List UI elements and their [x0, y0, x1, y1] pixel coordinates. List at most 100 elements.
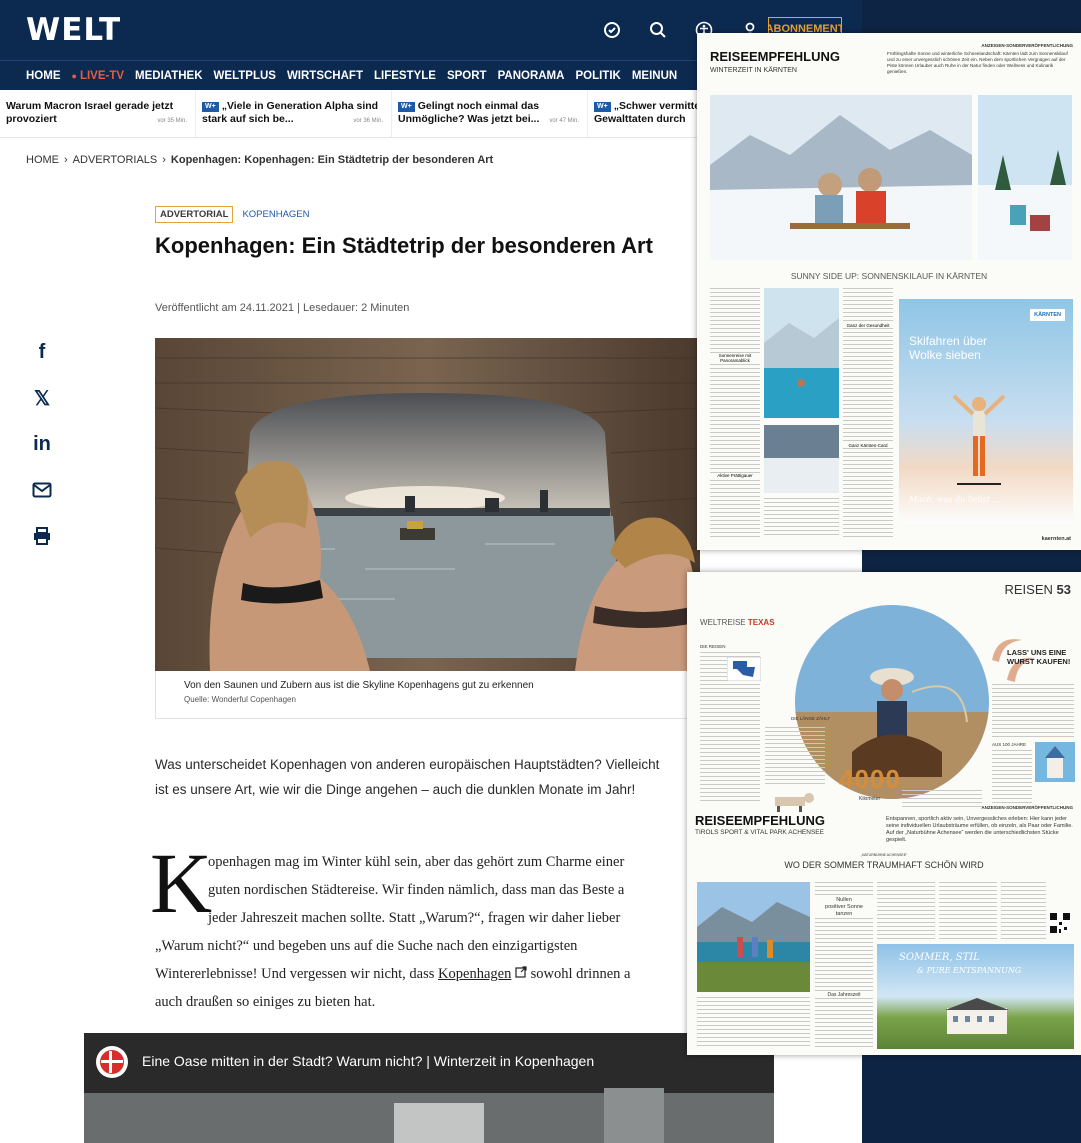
ticker-text: „Viele in Generation Alpha sind stark au…	[202, 100, 379, 125]
pull-quote: Nullen positiver Sonne tanzen	[815, 897, 873, 918]
mag2-text-col	[992, 684, 1074, 739]
nav-item-lifestyle[interactable]: LIFESTYLE	[374, 70, 436, 82]
mag3-text-col	[877, 882, 935, 942]
article-paragraph: openhagen mag im Winter kühl sein, aber …	[155, 848, 695, 1016]
nav-item-wirtschaft[interactable]: WIRTSCHAFT	[287, 70, 363, 82]
weltplus-badge: W+	[594, 102, 611, 112]
col-head: AUS 100 JAHRE	[992, 742, 1027, 747]
mag3-headline: WO DER SOMMER TRAUMHAFT SCHÖN WIRD	[784, 860, 984, 870]
mag3-title: REISEEMPFEHLUNG	[695, 813, 826, 828]
mag1-notice: ANZEIGEN-SONDERVERÖFFENTLICHUNG	[981, 43, 1073, 48]
share-bar: f 𝕏 in	[30, 340, 54, 548]
nav-item-panorama[interactable]: PANORAMA	[498, 70, 565, 82]
clock-icon[interactable]	[600, 18, 624, 42]
mag2-text-col	[765, 727, 825, 787]
ticker-age: vor 35 Min.	[157, 118, 187, 124]
hikers-photo	[697, 882, 810, 992]
mag1-subhead: Aktive Prättigauer	[710, 473, 760, 478]
mag1-subhead: Ganz der Gesundheit	[843, 323, 893, 328]
page-number: 53	[1056, 582, 1071, 597]
channel-logo[interactable]	[96, 1046, 128, 1078]
x-icon[interactable]: 𝕏	[30, 386, 54, 410]
topic-link[interactable]: KOPENHAGEN	[242, 209, 309, 220]
kopenhagen-link[interactable]: Kopenhagen	[438, 966, 511, 982]
castle-photo	[1035, 742, 1075, 782]
hero-image	[155, 338, 700, 671]
search-icon[interactable]	[646, 18, 670, 42]
nav-item-politik[interactable]: POLITIK	[575, 70, 620, 82]
big-number: 4000	[839, 764, 901, 794]
mag3-text-col	[697, 997, 810, 1047]
print-icon[interactable]	[30, 524, 54, 548]
paragraph-line: Wintererlebnisse! Und vergessen wir nich…	[155, 966, 439, 982]
external-link-icon[interactable]	[515, 966, 527, 982]
article-intro: Was unterscheidet Kopenhagen von anderen…	[155, 757, 660, 797]
video-title[interactable]: Eine Oase mitten in der Stadt? Warum nic…	[142, 1053, 594, 1069]
mag1-photo-row	[710, 95, 1072, 260]
ticker-item[interactable]: W+ Gelingt noch einmal das Unmögliche? Wa…	[392, 90, 588, 137]
nav-item-weltplus[interactable]: WELTPLUS	[214, 70, 276, 82]
article-tags: ADVERTORIAL KOPENHAGEN	[155, 206, 310, 223]
pull-quote-line: positiver Sonne	[825, 904, 863, 910]
chevron-right-icon: ›	[64, 154, 68, 166]
ticker-item[interactable]: Warum Macron Israel gerade jetzt provozi…	[0, 90, 196, 137]
mag3-text-col	[939, 882, 997, 942]
nav-item-sport[interactable]: SPORT	[447, 70, 487, 82]
skier-figure	[952, 394, 1006, 485]
paragraph-line: „Warum nicht?“ und begeben uns auf die S…	[155, 938, 578, 954]
mag3-kicker: „NATURBÜHNE ACHENSEE“	[860, 853, 908, 857]
weltplus-badge: W+	[398, 102, 415, 112]
paragraph-line: auch draußen so einiges zu bieten hat.	[155, 994, 376, 1010]
mag1-pool-photos	[764, 288, 839, 493]
chevron-right-icon: ›	[162, 154, 166, 166]
mag1-subtitle: WINTERZEIT IN KÄRNTEN	[710, 67, 797, 74]
kaernten-ad: Skifahren über Wolke sieben KÄRNTEN Mach…	[899, 299, 1073, 524]
ticker-text: Warum Macron Israel gerade jetzt provozi…	[6, 100, 174, 125]
mag3-subtitle: TIROLS SPORT & VITAL PARK ACHENSEE	[695, 829, 824, 836]
nav-item-live-tv[interactable]: LIVE-TV	[72, 70, 124, 82]
paragraph-line: guten nordischen Städtereise. Wir finden…	[208, 882, 625, 898]
mag1-subhead: Ganz Kärnten-Card	[843, 443, 893, 448]
col-head: DIE REISEN	[700, 644, 726, 649]
mag1-text-col	[710, 288, 760, 538]
nav-item-meinung[interactable]: MEINUN	[632, 70, 677, 82]
video-player[interactable]: Eine Oase mitten in der Stadt? Warum nic…	[84, 1033, 774, 1143]
pull-quote-line: Nullen	[836, 897, 852, 903]
series-label: WELTREISE	[700, 618, 746, 627]
mag1-footer: kaernten.at	[1041, 536, 1071, 542]
big-number-unit: Kilometer	[859, 796, 881, 802]
ad-brand: KÄRNTEN	[1030, 309, 1065, 321]
ticker-age: vor 47 Min.	[549, 118, 579, 124]
ad-slogan: Mach, was du liebst ...	[909, 495, 1001, 504]
section-label: REISEN	[1004, 582, 1053, 597]
mag2-text-col	[902, 790, 982, 808]
ad-line: & PURE ENTSPANNUNG	[917, 966, 1022, 975]
welt-logo[interactable]: WELT	[26, 12, 121, 48]
dog-illustration	[775, 793, 814, 812]
article-meta: Veröffentlicht am 24.11.2021 | Lesedauer…	[155, 302, 410, 314]
linkedin-icon[interactable]: in	[30, 432, 54, 456]
col-head: DIE LÄNGE ZÄHLT	[791, 716, 831, 721]
paragraph-line: sowohl drinnen a	[526, 966, 631, 982]
magazine-page-reisen: REISEN 53 WELTREISE TEXAS DIE REISEN 400…	[687, 572, 1081, 1055]
breadcrumb-current: Kopenhagen: Kopenhagen: Ein Städtetrip d…	[170, 154, 494, 166]
nav-item-mediathek[interactable]: MEDIATHEK	[135, 70, 203, 82]
mag3-notice: ANZEIGEN-SONDERVERÖFFENTLICHUNG	[981, 805, 1073, 810]
paragraph-line: jeder Jahreszeit machen sollte. Statt „W…	[208, 910, 621, 926]
achensee-ad: SOMMER, STIL & PURE ENTSPANNUNG	[877, 944, 1074, 1049]
series-title: WELTREISE TEXAS	[700, 618, 775, 627]
advertorial-badge: ADVERTORIAL	[155, 206, 234, 223]
section-name: REISEN 53	[1005, 582, 1072, 597]
breadcrumb-section[interactable]: ADVERTORIALS	[73, 154, 158, 166]
breadcrumb-home[interactable]: HOME	[26, 154, 59, 166]
mag1-subhead: Sonnenreise mit Panoramablick	[710, 353, 760, 363]
mail-icon[interactable]	[30, 478, 54, 502]
mag1-intro: Frühlingshafte Sonne und winterliche Sch…	[887, 51, 1068, 74]
breadcrumb: HOME › ADVERTORIALS › Kopenhagen: Kopenh…	[26, 154, 493, 166]
mag1-section-title: SUNNY SIDE UP: SONNENSKILAUF IN KÄRNTEN	[790, 271, 988, 281]
ticker-item[interactable]: W+ „Viele in Generation Alpha sind stark …	[196, 90, 392, 137]
facebook-icon[interactable]: f	[30, 340, 54, 364]
mag3-subhead: Das Jahreszeit	[815, 992, 873, 998]
ad-line: SOMMER, STIL	[899, 952, 980, 963]
nav-item-home[interactable]: HOME	[26, 70, 61, 82]
